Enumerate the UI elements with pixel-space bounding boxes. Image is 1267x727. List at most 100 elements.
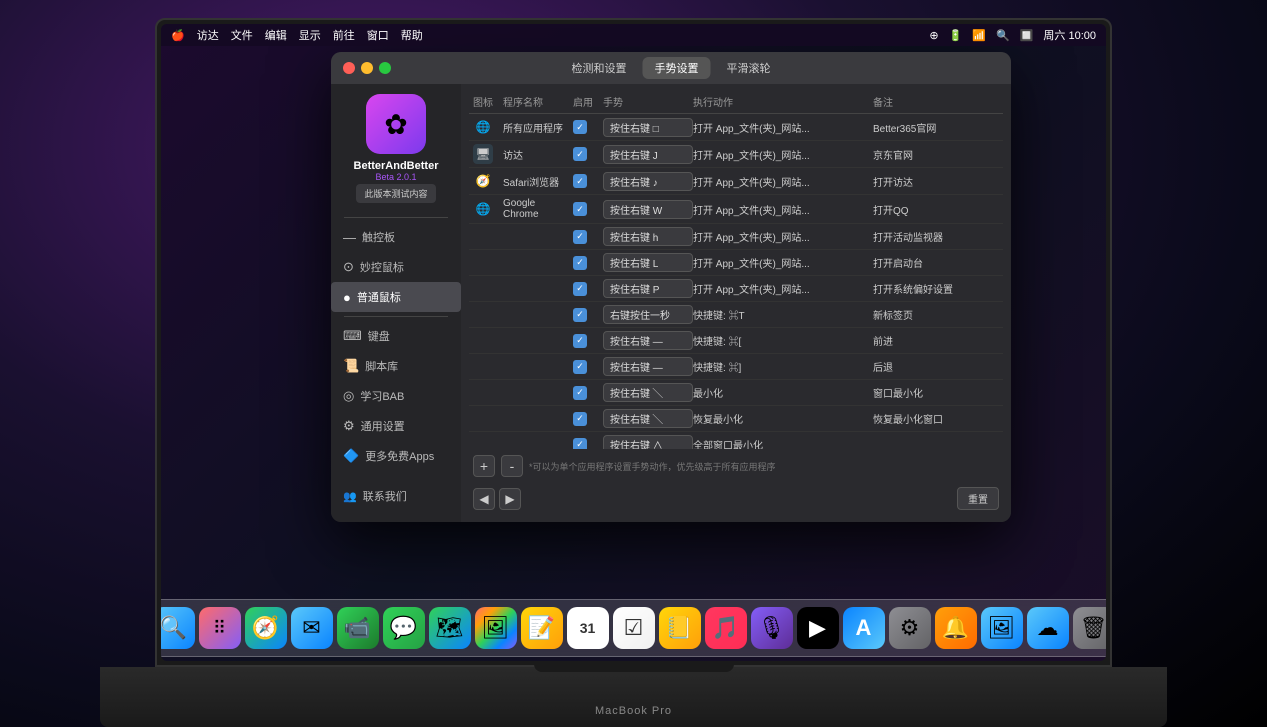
- dock-item-mail[interactable]: ✉: [291, 607, 333, 649]
- tab-scroll[interactable]: 平滑滚轮: [715, 57, 783, 79]
- sidebar-item-learn[interactable]: ◎ 学习BAB: [331, 381, 461, 411]
- enable-checkbox[interactable]: ✓: [573, 360, 587, 374]
- dock-item-music[interactable]: 🎵: [705, 607, 747, 649]
- action-cell: 打开 App_文件(夹)_网站...: [693, 202, 873, 217]
- add-gesture-button[interactable]: +: [473, 455, 495, 477]
- enable-checkbox[interactable]: ✓: [573, 282, 587, 296]
- menu-bar-left: 🍎 访达 文件 编辑 显示 前往 窗口 帮助: [171, 27, 423, 43]
- action-cell: 打开 App_文件(夹)_网站...: [693, 174, 873, 189]
- enable-checkbox[interactable]: ✓: [573, 256, 587, 270]
- enable-checkbox[interactable]: ✓: [573, 147, 587, 161]
- menu-window[interactable]: 窗口: [367, 27, 389, 43]
- app-icon: 🌐: [473, 199, 493, 219]
- enable-checkbox[interactable]: ✓: [573, 334, 587, 348]
- table-header: 图标 程序名称 启用 手势 执行动作 备注: [469, 92, 1003, 114]
- next-button[interactable]: ▶: [499, 488, 521, 510]
- keyboard-icon: ⌨: [343, 328, 362, 344]
- enable-checkbox[interactable]: ✓: [573, 120, 587, 134]
- dock-item-preview[interactable]: 🖼: [981, 607, 1023, 649]
- menu-go[interactable]: 前往: [333, 27, 355, 43]
- dock-item-messages[interactable]: 💬: [383, 607, 425, 649]
- menu-finda[interactable]: 访达: [197, 27, 219, 43]
- enable-checkbox[interactable]: ✓: [573, 412, 587, 426]
- menu-view[interactable]: 显示: [299, 27, 321, 43]
- sidebar-item-keyboard[interactable]: ⌨ 键盘: [331, 321, 461, 351]
- dock: 🔍 ⠿ 🧭 ✉ 📹 💬 🗺 🖼 📝 31 ☑ 📒 🎵 🎙 ▶ A ⚙ 🔔 🖼: [161, 599, 1106, 657]
- dock-item-stickies[interactable]: 📝: [521, 607, 563, 649]
- dock-item-appletv[interactable]: ▶: [797, 607, 839, 649]
- enable-checkbox[interactable]: ✓: [573, 438, 587, 450]
- sidebar-item-more-apps[interactable]: 🔷 更多免费Apps: [331, 441, 461, 471]
- gesture-tag: 按住右键 h: [603, 227, 693, 246]
- datetime: 周六 10:00: [1043, 27, 1096, 43]
- maximize-button[interactable]: [379, 62, 391, 74]
- apple-menu[interactable]: 🍎: [171, 29, 185, 42]
- menu-help[interactable]: 帮助: [401, 27, 423, 43]
- dock-item-reminders[interactable]: ☑: [613, 607, 655, 649]
- macbook-shell: 🍎 访达 文件 编辑 显示 前往 窗口 帮助 ⊕ 🔋 📶 🔍 🔲 周六 10:0…: [0, 0, 1267, 727]
- table-row: 🖥 访达 ✓ 按住右键 J 打开 App_文件(夹)_网站... 京东官网: [469, 141, 1003, 168]
- enable-checkbox[interactable]: ✓: [573, 202, 587, 216]
- app-version: Beta 2.0.1: [375, 172, 416, 182]
- macbook-label: MacBook Pro: [595, 705, 672, 717]
- dock-item-safari[interactable]: 🧭: [245, 607, 287, 649]
- dock-item-finder[interactable]: 🔍: [161, 607, 195, 649]
- contact-icon: 👥: [343, 490, 357, 503]
- col-gesture: 手势: [603, 94, 693, 109]
- menu-edit[interactable]: 编辑: [265, 27, 287, 43]
- battery-icon: 🔋: [949, 29, 963, 42]
- sidebar-item-normal-mouse[interactable]: ● 普通鼠标: [331, 282, 461, 312]
- dock-item-notes[interactable]: 📒: [659, 607, 701, 649]
- note-cell: 窗口最小化: [873, 385, 993, 400]
- menu-file[interactable]: 文件: [231, 27, 253, 43]
- gesture-tag: 按住右键 ∧: [603, 435, 693, 449]
- tab-detect[interactable]: 检测和设置: [560, 57, 639, 79]
- app-icon: 🧭: [473, 171, 493, 191]
- sidebar-contact[interactable]: 👥 联系我们: [331, 480, 461, 512]
- enable-checkbox[interactable]: ✓: [573, 174, 587, 188]
- search-icon[interactable]: 🔍: [996, 29, 1010, 42]
- enable-checkbox[interactable]: ✓: [573, 386, 587, 400]
- main-content: 图标 程序名称 启用 手势 执行动作 备注 🌐 所有: [461, 84, 1011, 522]
- sidebar-item-general[interactable]: ⚙ 通用设置: [331, 411, 461, 441]
- enable-checkbox[interactable]: ✓: [573, 308, 587, 322]
- dock-item-photos[interactable]: 🖼: [475, 607, 517, 649]
- app-icon: 🌐: [473, 117, 493, 137]
- minimize-button[interactable]: [361, 62, 373, 74]
- dock-item-calendar[interactable]: 31: [567, 607, 609, 649]
- app-name-cell: 所有应用程序: [503, 120, 573, 135]
- remove-gesture-button[interactable]: -: [501, 455, 523, 477]
- dock-item-appstore[interactable]: A: [843, 607, 885, 649]
- sidebar-item-trackpad[interactable]: — 触控板: [331, 222, 461, 252]
- dock-item-icloud[interactable]: ☁: [1027, 607, 1069, 649]
- dock-item-podcasts[interactable]: 🎙: [751, 607, 793, 649]
- gesture-tag: 按住右键 ♪: [603, 172, 693, 191]
- more-apps-icon: 🔷: [343, 448, 359, 464]
- trial-button[interactable]: 此版本测试内容: [356, 184, 435, 203]
- reset-button[interactable]: 重置: [957, 487, 999, 510]
- table-row: ✓ 按住右键 h 打开 App_文件(夹)_网站... 打开活动监视器: [469, 224, 1003, 250]
- dock-item-syspreferences[interactable]: ⚙: [889, 607, 931, 649]
- nav-buttons: ◀ ▶: [473, 488, 521, 510]
- col-icon: 图标: [473, 94, 503, 109]
- sidebar-item-scripts[interactable]: 📜 脚本库: [331, 351, 461, 381]
- prev-button[interactable]: ◀: [473, 488, 495, 510]
- app-name: BetterAndBetter: [354, 160, 439, 172]
- note-cell: 新标签页: [873, 307, 993, 322]
- enable-checkbox[interactable]: ✓: [573, 230, 587, 244]
- dock-item-maps[interactable]: 🗺: [429, 607, 471, 649]
- dock-item-trash[interactable]: 🗑: [1073, 607, 1107, 649]
- table-note: *可以为单个应用程序设置手势动作，优先级高于所有应用程序: [529, 460, 999, 473]
- close-button[interactable]: [343, 62, 355, 74]
- menu-bar: 🍎 访达 文件 编辑 显示 前往 窗口 帮助 ⊕ 🔋 📶 🔍 🔲 周六 10:0…: [161, 24, 1106, 46]
- dock-item-facetime[interactable]: 📹: [337, 607, 379, 649]
- window-tabs: 检测和设置 手势设置 平滑滚轮: [560, 57, 783, 79]
- tab-gesture[interactable]: 手势设置: [643, 57, 711, 79]
- sidebar-item-magic-mouse[interactable]: ⊙ 妙控鼠标: [331, 252, 461, 282]
- col-note: 备注: [873, 94, 993, 109]
- keyboard-label: 键盘: [368, 328, 390, 344]
- dock-item-launchpad[interactable]: ⠿: [199, 607, 241, 649]
- wifi-icon: ⊕: [929, 29, 938, 42]
- dock-item-notif[interactable]: 🔔: [935, 607, 977, 649]
- table-body: 🌐 所有应用程序 ✓ 按住右键 □ 打开 App_文件(夹)_网站... Bet…: [469, 114, 1003, 449]
